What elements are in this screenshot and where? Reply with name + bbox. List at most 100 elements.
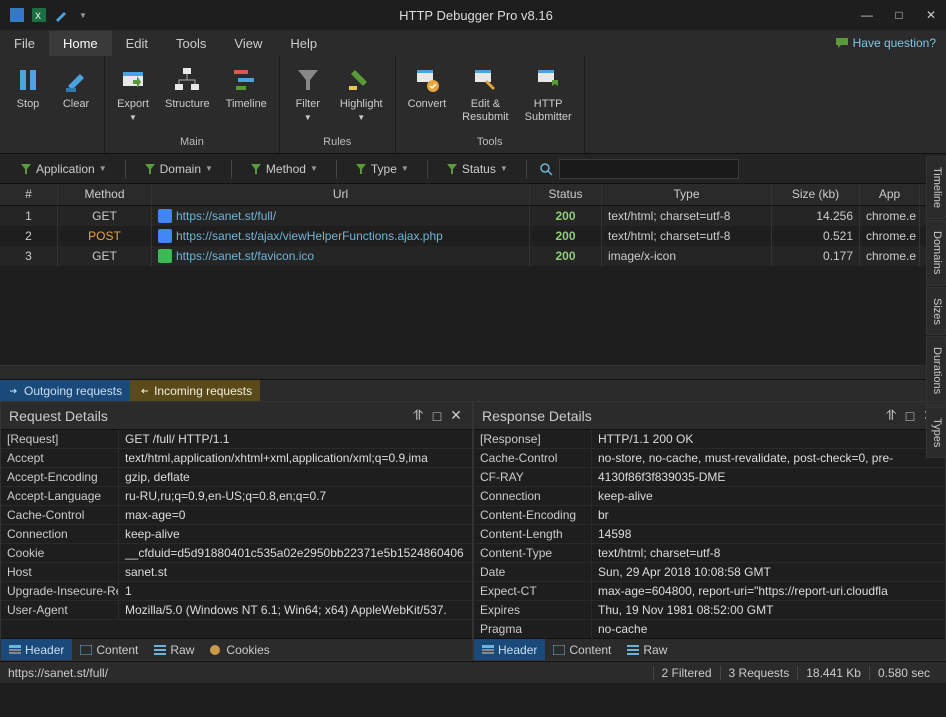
cookie-icon [210,645,222,655]
col-method[interactable]: Method [58,184,152,205]
funnel-icon [144,163,156,175]
col-size[interactable]: Size (kb) [772,184,860,205]
arrow-left-icon [138,385,150,397]
header-row[interactable]: Expect-CTmax-age=604800, report-uri="htt… [474,582,945,601]
request-grid: # Method Url Status Type Size (kb) App 1… [0,184,946,379]
filter-status[interactable]: Status▼ [440,159,514,179]
funnel-icon [20,163,32,175]
filter-application[interactable]: Application▼ [14,159,113,179]
export-button[interactable]: Export▼ [111,60,155,136]
req-tab-cookies[interactable]: Cookies [202,639,277,660]
menu-file[interactable]: File [0,31,49,56]
maximize-button[interactable]: □ [892,8,906,22]
header-icon [9,645,21,655]
menu-view[interactable]: View [220,31,276,56]
header-row[interactable]: Content-Length14598 [474,525,945,544]
header-row[interactable]: Accept-Languageru-RU,ru;q=0.9,en-US;q=0.… [1,487,472,506]
search-input[interactable] [559,159,739,179]
clear-button[interactable]: Clear [54,60,98,136]
maximize-panel-icon[interactable]: □ [429,408,445,424]
header-row[interactable]: Cookie__cfduid=d5d91880401c535a02e2950bb… [1,544,472,563]
funnel-icon [355,163,367,175]
res-tab-content[interactable]: Content [545,639,619,660]
header-row[interactable]: ExpiresThu, 19 Nov 1981 08:52:00 GMT [474,601,945,620]
sidetab-sizes[interactable]: Sizes [926,287,946,336]
status-size: 18.441 Kb [797,666,869,680]
edit-resubmit-button[interactable]: Edit & Resubmit [456,60,514,136]
req-tab-header[interactable]: Header [1,639,72,660]
col-type[interactable]: Type [602,184,772,205]
filter-button[interactable]: Filter▼ [286,60,330,136]
brush-icon[interactable] [52,6,70,24]
window-title: HTTP Debugger Pro v8.16 [92,8,860,23]
favicon-icon [158,209,172,223]
col-app[interactable]: App [860,184,920,205]
horizontal-scrollbar[interactable] [0,365,946,379]
raw-icon [154,645,166,655]
col-num[interactable]: # [0,184,58,205]
res-tab-header[interactable]: Header [474,639,545,660]
header-row[interactable]: Accept-Encodinggzip, deflate [1,468,472,487]
header-row[interactable]: Connectionkeep-alive [474,487,945,506]
header-row[interactable]: Pragmano-cache [474,620,945,638]
col-url[interactable]: Url [152,184,530,205]
tab-incoming[interactable]: Incoming requests [130,380,260,401]
sidetab-domains[interactable]: Domains [926,220,946,285]
table-row[interactable]: 3GEThttps://sanet.st/favicon.ico200image… [0,246,946,266]
http-submitter-button[interactable]: HTTP Submitter [519,60,578,136]
header-row[interactable]: Cache-Controlmax-age=0 [1,506,472,525]
chat-icon [835,37,849,49]
pin-icon[interactable]: ⥣ [410,407,426,424]
header-row[interactable]: Upgrade-Insecure-Req1 [1,582,472,601]
have-question-link[interactable]: Have question? [825,36,946,50]
convert-button[interactable]: Convert [402,60,453,136]
status-url: https://sanet.st/full/ [8,666,108,680]
header-row[interactable]: DateSun, 29 Apr 2018 10:08:58 GMT [474,563,945,582]
req-tab-content[interactable]: Content [72,639,146,660]
header-row[interactable]: Cache-Controlno-store, no-cache, must-re… [474,449,945,468]
table-row[interactable]: 2POSThttps://sanet.st/ajax/viewHelperFun… [0,226,946,246]
header-row[interactable]: Content-Typetext/html; charset=utf-8 [474,544,945,563]
menu-help[interactable]: Help [276,31,331,56]
header-row[interactable]: Hostsanet.st [1,563,472,582]
header-row[interactable]: Connectionkeep-alive [1,525,472,544]
close-panel-icon[interactable]: ✕ [448,407,464,424]
close-button[interactable]: ✕ [924,8,938,22]
maximize-panel-icon[interactable]: □ [902,408,918,424]
pin-icon[interactable]: ⥣ [883,407,899,424]
timeline-button[interactable]: Timeline [220,60,273,136]
sidetab-types[interactable]: Types [926,407,946,458]
tab-outgoing[interactable]: Outgoing requests [0,380,130,401]
highlight-button[interactable]: Highlight▼ [334,60,389,136]
content-icon [553,645,565,655]
menu-home[interactable]: Home [49,31,112,56]
dropdown-icon[interactable]: ▼ [74,6,92,24]
minimize-button[interactable]: — [860,8,874,22]
col-status[interactable]: Status [530,184,602,205]
request-details-panel: Request Details ⥣ □ ✕ [Request]GET /full… [0,401,473,661]
filter-domain[interactable]: Domain▼ [138,159,219,179]
header-row[interactable]: Content-Encodingbr [474,506,945,525]
request-panel-title: Request Details [9,408,108,424]
status-time: 0.580 sec [869,666,938,680]
sidetab-durations[interactable]: Durations [926,336,946,405]
header-row[interactable]: [Request]GET /full/ HTTP/1.1 [1,430,472,449]
req-tab-raw[interactable]: Raw [146,639,202,660]
header-icon [482,645,494,655]
app-icon [8,6,26,24]
structure-button[interactable]: Structure [159,60,216,136]
menu-edit[interactable]: Edit [112,31,162,56]
header-row[interactable]: [Response]HTTP/1.1 200 OK [474,430,945,449]
funnel-icon [446,163,458,175]
sidetab-timeline[interactable]: Timeline [926,156,946,219]
stop-button[interactable]: Stop [6,60,50,136]
header-row[interactable]: CF-RAY4130f86f3f839035-DME [474,468,945,487]
header-row[interactable]: User-AgentMozilla/5.0 (Windows NT 6.1; W… [1,601,472,620]
table-row[interactable]: 1GEThttps://sanet.st/full/200text/html; … [0,206,946,226]
res-tab-raw[interactable]: Raw [619,639,675,660]
filter-type[interactable]: Type▼ [349,159,415,179]
header-row[interactable]: Accepttext/html,application/xhtml+xml,ap… [1,449,472,468]
filter-method[interactable]: Method▼ [244,159,324,179]
menu-tools[interactable]: Tools [162,31,220,56]
excel-icon[interactable]: X [30,6,48,24]
